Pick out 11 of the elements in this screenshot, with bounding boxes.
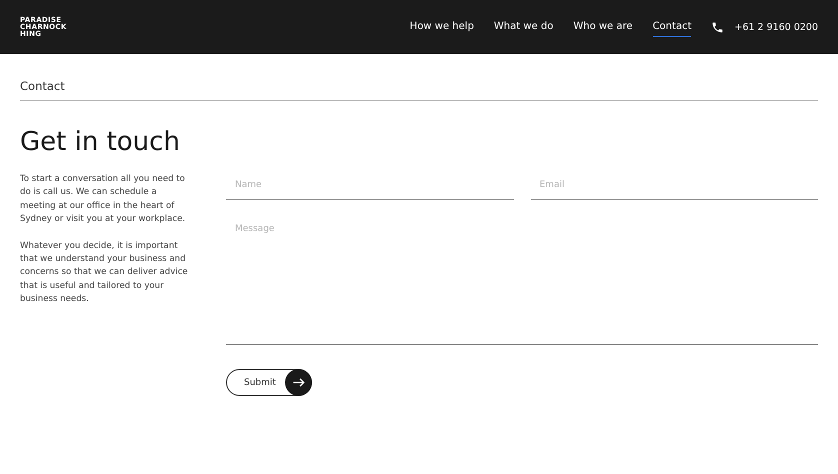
submit-button[interactable]: Submit <box>226 369 312 396</box>
breadcrumb: Contact <box>20 54 818 101</box>
intro-paragraph: Whatever you decide, it is important that we understand your business and concerns so that we can deliver advice that is useful and tailored to your business needs. <box>20 240 189 306</box>
nav-link[interactable]: What we do <box>494 17 554 37</box>
phone-link[interactable]: +61 2 9160 0200 <box>734 22 818 32</box>
page-title: Get in touch <box>20 127 181 157</box>
nav-link[interactable]: How we help <box>410 17 474 37</box>
phone-icon <box>711 20 724 34</box>
intro-paragraph: To start a conversation all you need to do is call us. We can schedule a meeting at our office in the heart of Sydney or visit you at your workplace. <box>20 173 186 226</box>
nav-link[interactable]: Contact <box>652 17 692 37</box>
nav-link[interactable]: Who we are <box>573 17 633 37</box>
